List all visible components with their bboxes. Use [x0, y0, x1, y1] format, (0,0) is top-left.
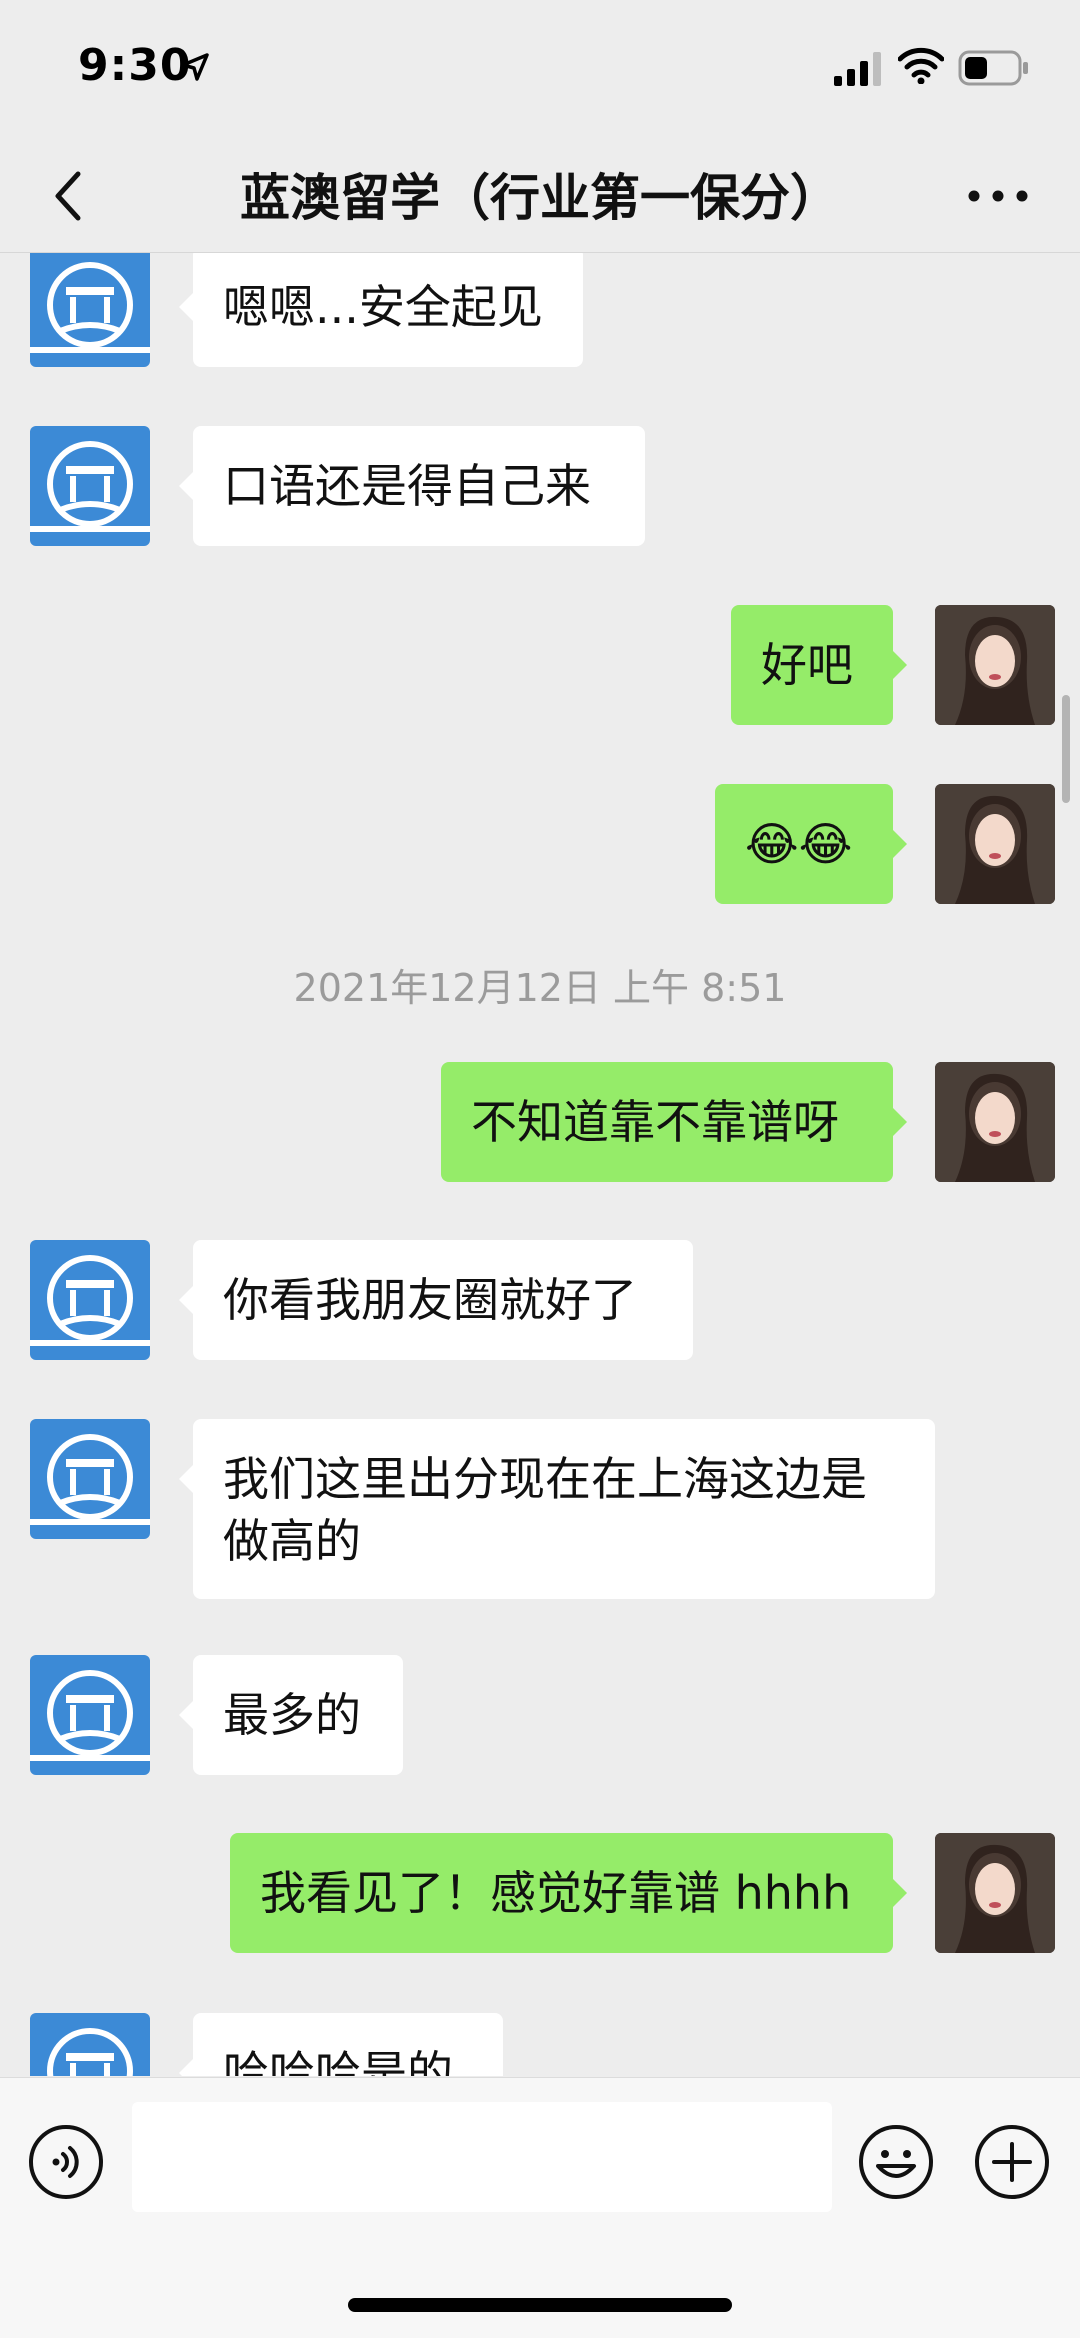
wifi-icon	[898, 47, 944, 84]
message-bubble[interactable]: 最多的	[179, 1655, 403, 1775]
message-bubble[interactable]: 好吧	[731, 605, 907, 725]
message-line: 我们这里出分现在在上海这边是	[223, 1452, 867, 1506]
scrollbar[interactable]	[1062, 695, 1070, 803]
more-dots-icon[interactable]	[966, 188, 1030, 204]
message-bubble[interactable]: 你看我朋友圈就好了	[179, 1240, 693, 1360]
avatar[interactable]	[30, 1240, 150, 1360]
avatar[interactable]	[30, 1419, 150, 1539]
avatar[interactable]	[935, 1833, 1055, 1953]
message-input[interactable]	[132, 2102, 832, 2212]
school-logo-icon	[30, 1434, 150, 1525]
message-bubble[interactable]: 口语还是得自己来	[179, 426, 645, 546]
avatar[interactable]	[30, 426, 150, 546]
emoji-icon[interactable]	[858, 2124, 934, 2200]
home-indicator[interactable]	[348, 2298, 732, 2312]
signal-icon	[834, 52, 881, 86]
message-timestamp: 2021年12月12日 上午 8:51	[293, 966, 787, 1010]
school-logo-icon	[47, 2028, 133, 2076]
battery-icon	[958, 50, 1028, 86]
avatar[interactable]	[30, 2013, 150, 2076]
location-arrow-icon	[181, 53, 209, 81]
school-logo-icon	[30, 441, 150, 532]
school-logo-icon	[30, 1255, 150, 1346]
message-bubble[interactable]: 不知道靠不靠谱呀	[441, 1062, 907, 1182]
chat-header: 蓝澳留学（行业第一保分）	[0, 140, 1080, 253]
avatar[interactable]	[935, 605, 1055, 725]
user-avatar-icon	[935, 784, 1055, 904]
plus-icon[interactable]	[974, 2124, 1050, 2200]
avatar[interactable]	[935, 1062, 1055, 1182]
school-logo-icon	[30, 262, 150, 353]
avatar[interactable]	[935, 784, 1055, 904]
chat-title: 蓝澳留学（行业第一保分）	[240, 169, 840, 227]
message-bubble[interactable]: 我看见了！感觉好靠谱 hhhh	[230, 1833, 907, 1953]
message-line: 做高的	[223, 1514, 361, 1568]
message-list[interactable]: 嗯嗯...安全起见 口语还是得自己来 好吧 😂😂 2021年12月12日 上午 …	[0, 253, 1080, 2076]
avatar[interactable]	[30, 1655, 150, 1775]
status-time: 9:30	[78, 40, 192, 91]
avatar[interactable]	[30, 253, 150, 367]
status-bar: 9:30	[0, 0, 1080, 140]
message-bubble[interactable]: 哈哈哈是的	[179, 2013, 503, 2076]
user-avatar-icon	[935, 1062, 1055, 1182]
voice-icon[interactable]	[28, 2124, 104, 2200]
message-bubble[interactable]: 😂😂	[715, 784, 907, 904]
school-logo-icon	[30, 1670, 150, 1761]
message-bubble[interactable]: 我们这里出分现在在上海这边是 做高的	[179, 1419, 935, 1599]
user-avatar-icon	[935, 1833, 1055, 1953]
user-avatar-icon	[935, 605, 1055, 725]
message-bubble[interactable]: 嗯嗯...安全起见	[179, 253, 583, 367]
